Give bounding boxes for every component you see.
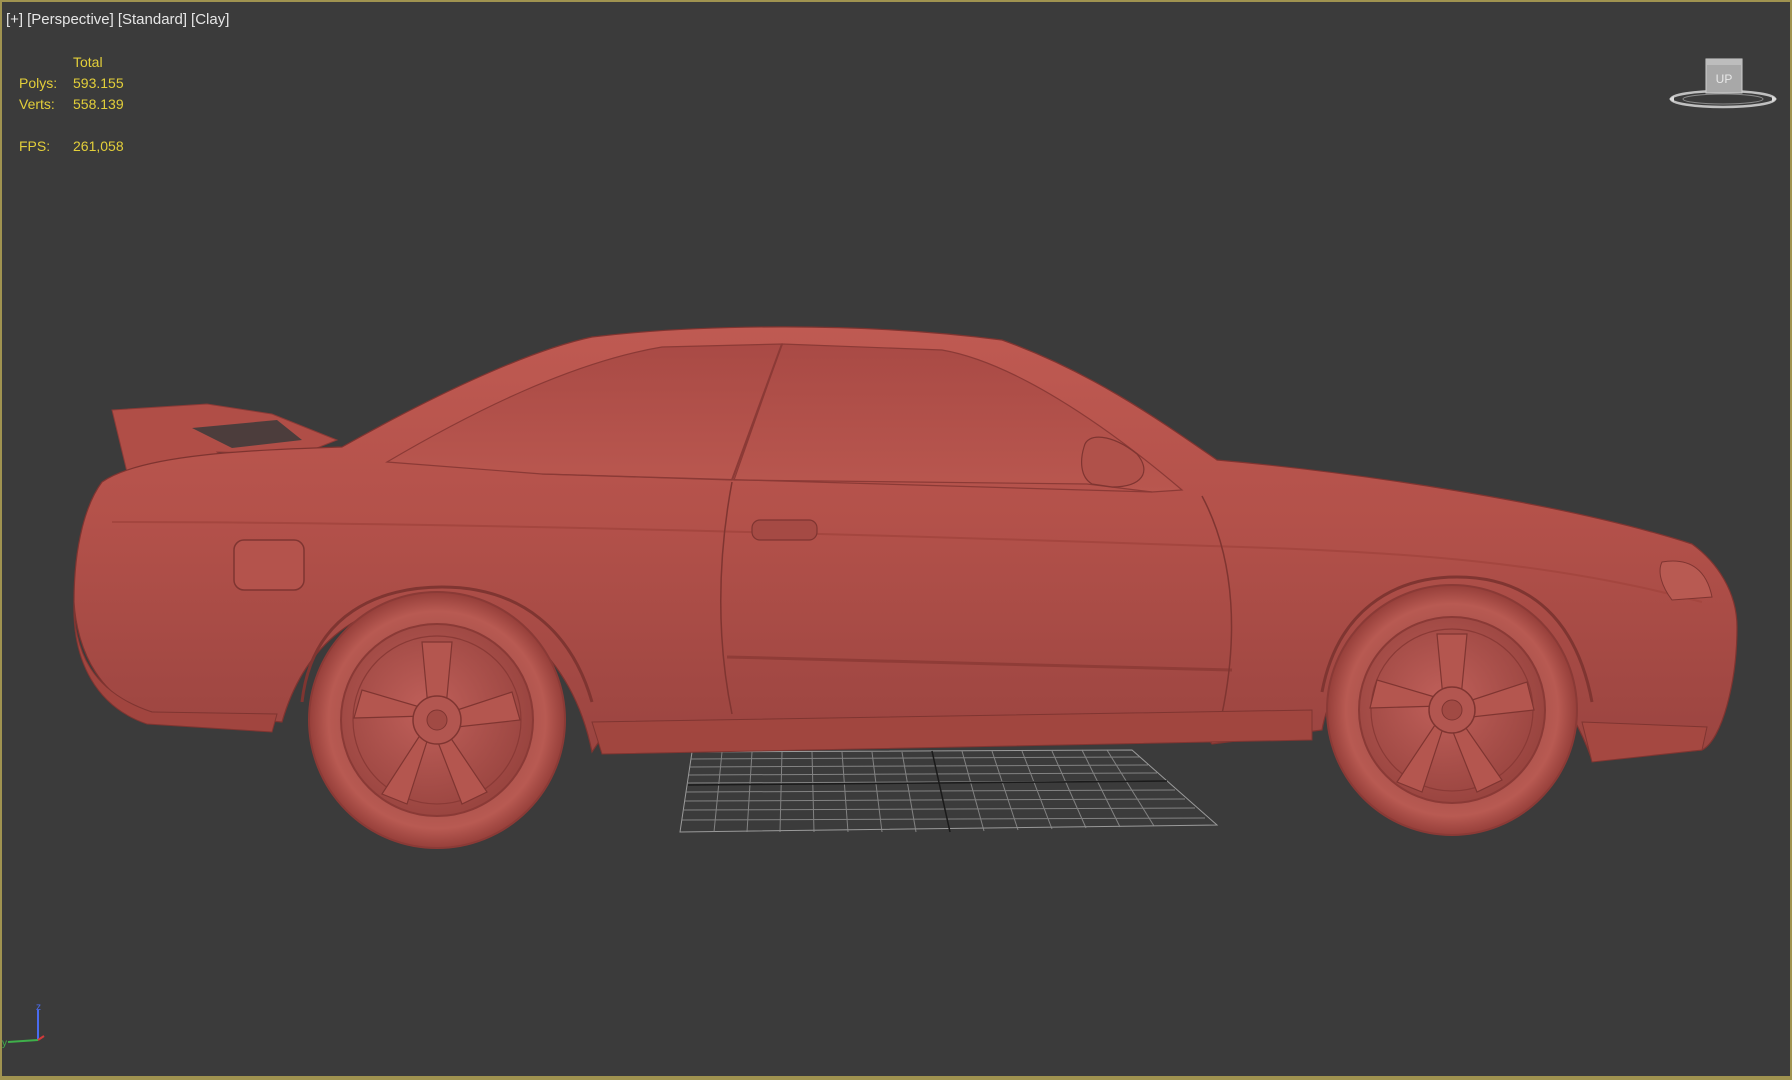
axis-tripod-icon: z y [2,1002,45,1049]
rear-wheel [308,591,566,849]
viewport[interactable]: [+] [Perspective] [Standard] [Clay] Tota… [0,0,1792,1080]
scene-canvas[interactable] [2,2,1792,1080]
axis-z-label: z [36,1002,41,1013]
axis-y-label: y [2,1038,7,1049]
ground-grid [679,749,1219,833]
front-wheel [1326,584,1578,836]
